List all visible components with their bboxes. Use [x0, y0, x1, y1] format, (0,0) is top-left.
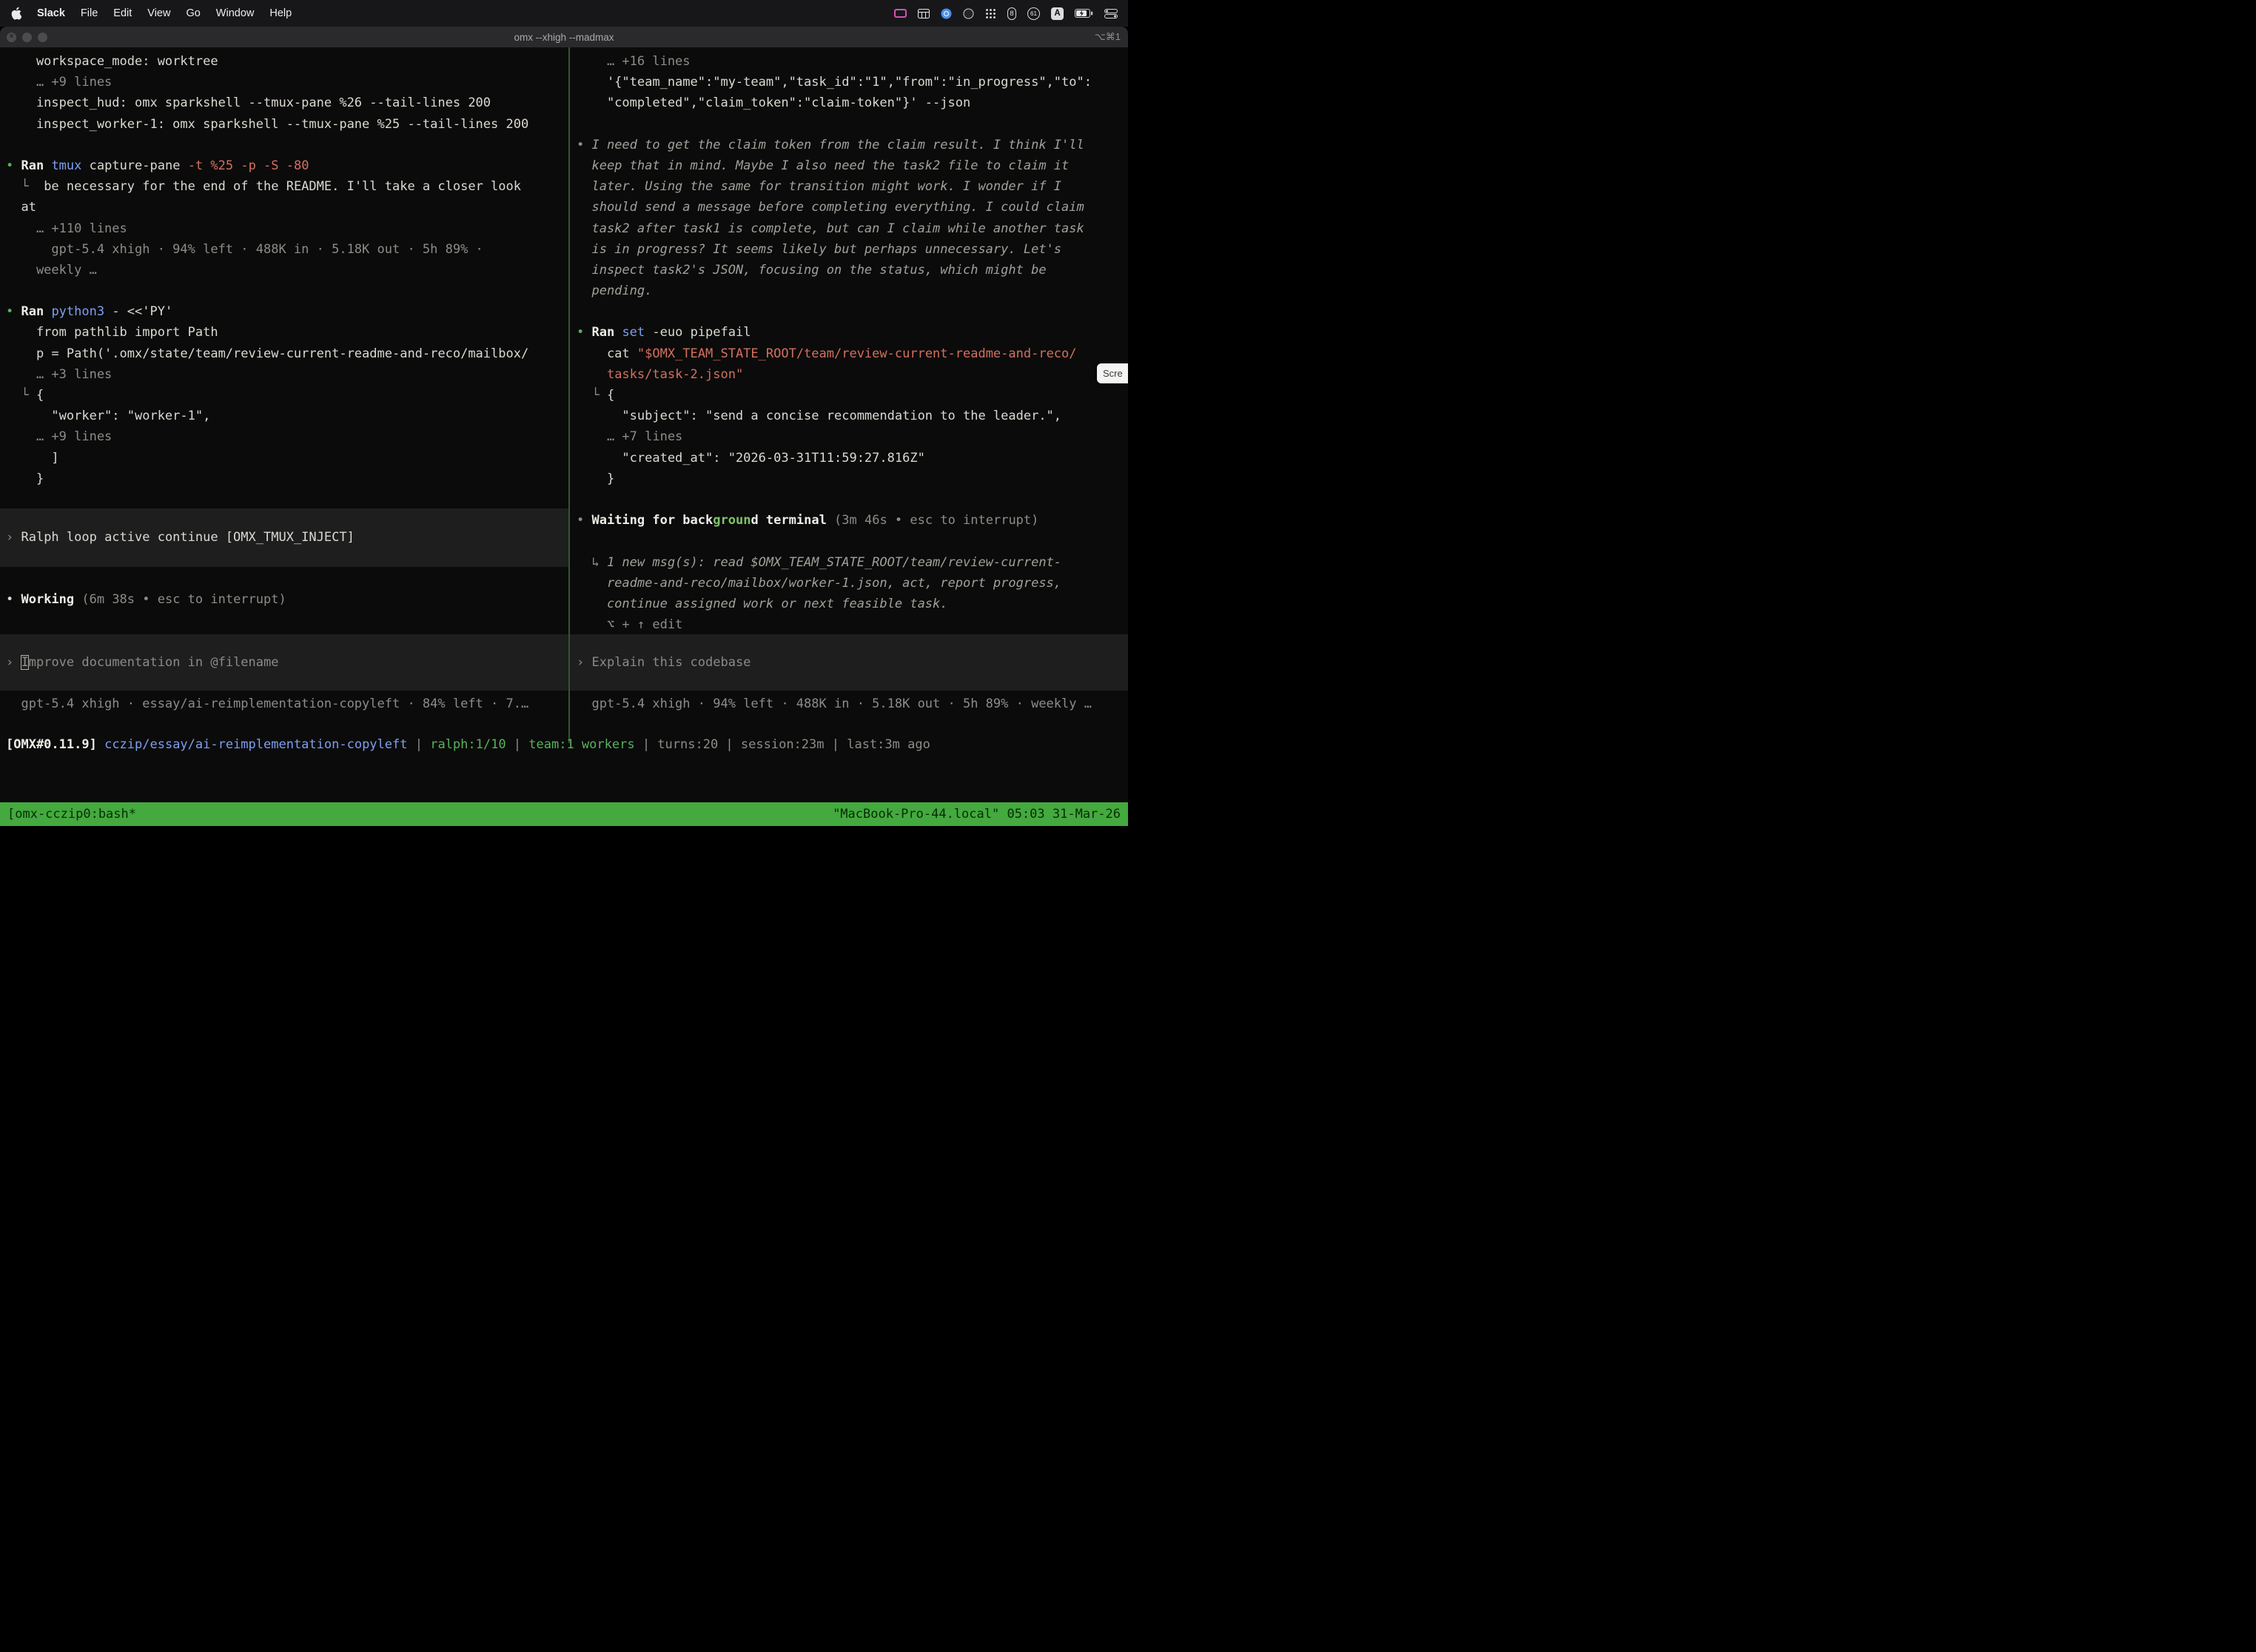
terminal-line: [OMX#0.11.9] cczip/essay/ai-reimplementa… [6, 734, 1128, 755]
terminal-line: • I need to get the claim token from the… [577, 135, 1128, 155]
terminal-line: … +7 lines [577, 426, 1128, 447]
blue-app-icon[interactable] [941, 8, 952, 19]
battery-icon[interactable] [1075, 9, 1093, 18]
terminal-line: › Improve documentation in @filename [6, 652, 279, 673]
terminal-line [577, 301, 1128, 322]
terminal-line [6, 135, 568, 155]
menu-item-window[interactable]: Window [216, 7, 255, 19]
menu-bar-status-icons: 8 61 A [894, 7, 1118, 20]
terminal-line: inspect task2's JSON, focusing on the st… [577, 260, 1128, 281]
window-title-bar: × omx --xhigh --madmax ⌥⌘1 [0, 27, 1128, 47]
terminal-line: inspect_hud: omx sparkshell --tmux-pane … [6, 93, 568, 113]
terminal-window: workspace_mode: worktree … +9 lines insp… [0, 47, 1128, 826]
terminal-line: • Ran set -euo pipefail [577, 322, 1128, 343]
terminal-line: └ be necessary for the end of the README… [6, 176, 568, 197]
menu-app-name[interactable]: Slack [37, 7, 65, 19]
control-center-icon[interactable] [1104, 9, 1118, 19]
terminal-line: keep that in mind. Maybe I also need the… [577, 155, 1128, 176]
terminal-line: › Ralph loop active continue [OMX_TMUX_I… [6, 527, 355, 548]
terminal-line: "subject": "send a concise recommendatio… [577, 406, 1128, 426]
terminal-line: • Ran python3 - <<'PY' [6, 301, 568, 322]
menu-item-edit[interactable]: Edit [113, 7, 132, 19]
terminal-line: workspace_mode: worktree [6, 51, 568, 72]
terminal-line: continue assigned work or next feasible … [577, 594, 1128, 614]
terminal-line: … +16 lines [577, 51, 1128, 72]
terminal-line [577, 114, 1128, 135]
window-title: omx --xhigh --madmax [0, 32, 1128, 43]
terminal-line: from pathlib import Path [6, 322, 568, 343]
terminal-line: ] [6, 448, 568, 469]
tmux-status-bar: [omx-cczip0:bash* "MacBook-Pro-44.local"… [0, 802, 1128, 826]
terminal-line: … +3 lines [6, 364, 568, 385]
composer-injected-message[interactable]: › Ralph loop active continue [OMX_TMUX_I… [0, 508, 568, 567]
composer-input-left[interactable]: › Improve documentation in @filename [0, 634, 568, 691]
terminal-line: cat "$OMX_TEAM_STATE_ROOT/team/review-cu… [577, 343, 1128, 364]
tmux-session-name: [omx-cczip0:bash* [7, 804, 136, 825]
terminal-line: gpt-5.4 xhigh · 94% left · 488K in · 5.1… [6, 239, 568, 260]
terminal-line: inspect_worker-1: omx sparkshell --tmux-… [6, 114, 568, 135]
pane-status-line-right: gpt-5.4 xhigh · 94% left · 488K in · 5.1… [570, 694, 1128, 714]
terminal-line: later. Using the same for transition mig… [577, 176, 1128, 197]
terminal-line: pending. [577, 281, 1128, 301]
terminal-line: task2 after task1 is complete, but can I… [577, 218, 1128, 239]
menu-item-help[interactable]: Help [269, 7, 292, 19]
terminal-line: '{"team_name":"my-team","task_id":"1","f… [577, 72, 1128, 93]
terminal-pane-left[interactable]: workspace_mode: worktree … +9 lines insp… [0, 47, 568, 743]
terminal-line: } [6, 469, 568, 489]
tmux-host-time: "MacBook-Pro-44.local" 05:03 31-Mar-26 [833, 804, 1121, 825]
terminal-line: └ { [577, 385, 1128, 406]
terminal-line: … +9 lines [6, 426, 568, 447]
terminal-line: readme-and-reco/mailbox/worker-1.json, a… [577, 573, 1128, 594]
menu-item-file[interactable]: File [81, 7, 98, 19]
pill-8-icon[interactable]: 8 [1007, 7, 1016, 20]
terminal-line: is in progress? It seems likely but perh… [577, 239, 1128, 260]
grid-icon[interactable] [918, 9, 930, 19]
screen-overlay-tooltip: Scre [1097, 363, 1128, 383]
badge-61-icon[interactable]: 61 [1027, 7, 1040, 20]
terminal-line: "created_at": "2026-03-31T11:59:27.816Z" [577, 448, 1128, 469]
composer-placeholder-left: › Improve documentation in @filename [6, 652, 279, 673]
terminal-line [577, 489, 1128, 510]
terminal-line: └ { [6, 385, 568, 406]
terminal-line: tasks/task-2.json" [577, 364, 1128, 385]
terminal-line: at [6, 197, 568, 218]
menu-item-go[interactable]: Go [186, 7, 200, 19]
terminal-line: • Waiting for background terminal (3m 46… [577, 510, 1128, 531]
terminal-line [577, 531, 1128, 551]
composer-injected-text: › Ralph loop active continue [OMX_TMUX_I… [6, 527, 355, 548]
terminal-output-right: … +16 lines '{"team_name":"my-team","tas… [570, 47, 1128, 635]
agent-working-status: • Working (6m 38s • esc to interrupt) [0, 589, 568, 610]
menu-item-view[interactable]: View [147, 7, 170, 19]
screen-recording-icon[interactable] [894, 9, 907, 18]
menu-bar: Slack File Edit View Go Window Help 8 61… [0, 0, 1128, 27]
terminal-line: ⌥ + ↑ edit [577, 614, 1128, 635]
terminal-line: } [577, 469, 1128, 489]
window-shortcut: ⌥⌘1 [1095, 31, 1121, 43]
terminal-output-left: workspace_mode: worktree … +9 lines insp… [0, 47, 568, 489]
dark-app-icon[interactable] [963, 8, 974, 19]
terminal-line: should send a message before completing … [577, 197, 1128, 218]
terminal-line: › Explain this codebase [577, 652, 751, 673]
terminal-line: weekly … [6, 260, 568, 281]
terminal-line [6, 281, 568, 301]
composer-placeholder-right: › Explain this codebase [577, 652, 751, 673]
input-source-icon[interactable]: A [1051, 7, 1064, 20]
terminal-line: … +9 lines [6, 72, 568, 93]
terminal-line: • Working (6m 38s • esc to interrupt) [6, 589, 568, 610]
terminal-line: "completed","claim_token":"claim-token"}… [577, 93, 1128, 113]
pane-status-line-left: gpt-5.4 xhigh · essay/ai-reimplementatio… [0, 694, 568, 714]
apple-menu-icon[interactable] [10, 7, 21, 20]
omx-session-status: [OMX#0.11.9] cczip/essay/ai-reimplementa… [0, 734, 1128, 755]
terminal-line: … +110 lines [6, 218, 568, 239]
composer-input-right[interactable]: › Explain this codebase [570, 634, 1128, 691]
terminal-pane-right[interactable]: … +16 lines '{"team_name":"my-team","tas… [570, 47, 1128, 743]
dots-grid-icon[interactable] [985, 8, 996, 19]
terminal-line: ↳ 1 new msg(s): read $OMX_TEAM_STATE_ROO… [577, 552, 1128, 573]
terminal-line: • Ran tmux capture-pane -t %25 -p -S -80 [6, 155, 568, 176]
terminal-line: p = Path('.omx/state/team/review-current… [6, 343, 568, 364]
terminal-line: "worker": "worker-1", [6, 406, 568, 426]
